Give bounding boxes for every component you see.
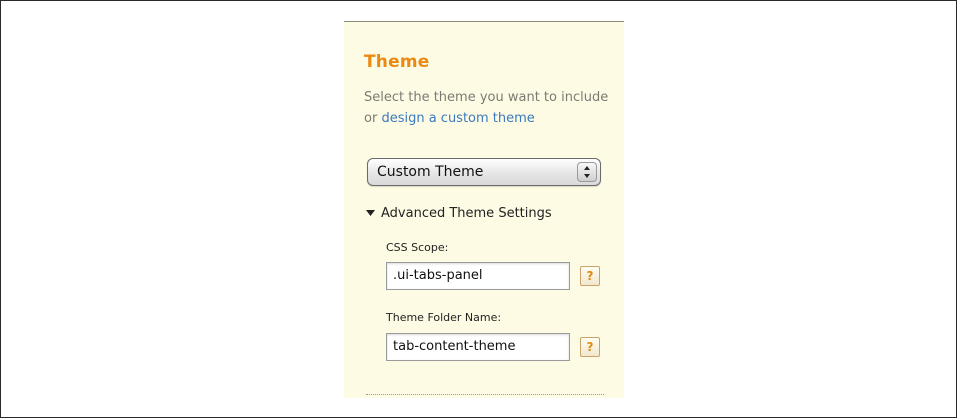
theme-folder-help-button[interactable]: ? (580, 337, 600, 357)
theme-folder-name-label: Theme Folder Name: (386, 311, 502, 324)
theme-select-value: Custom Theme (377, 164, 484, 180)
panel-title: Theme (364, 52, 430, 72)
theme-folder-name-input[interactable]: tab-content-theme (386, 333, 570, 361)
theme-description: Select the theme you want to include or … (364, 87, 614, 129)
css-scope-input[interactable]: .ui-tabs-panel (386, 262, 570, 290)
css-scope-help-button[interactable]: ? (580, 266, 600, 286)
css-scope-label: CSS Scope: (386, 241, 449, 254)
advanced-settings-toggle[interactable]: Advanced Theme Settings (366, 206, 552, 221)
design-custom-theme-link[interactable]: design a custom theme (381, 111, 534, 126)
dotted-divider (366, 394, 604, 395)
advanced-settings-label: Advanced Theme Settings (381, 206, 552, 221)
select-arrows-icon (577, 162, 597, 182)
theme-panel: Theme Select the theme you want to inclu… (344, 21, 624, 398)
theme-select[interactable]: Custom Theme (367, 158, 601, 186)
disclosure-triangle-down-icon (366, 206, 375, 221)
